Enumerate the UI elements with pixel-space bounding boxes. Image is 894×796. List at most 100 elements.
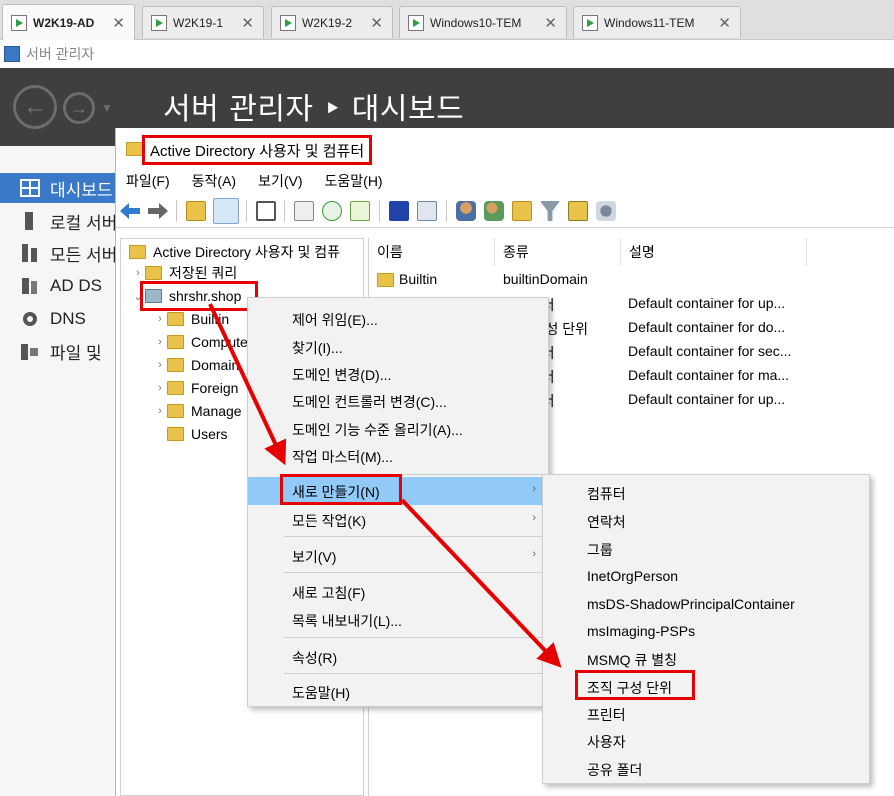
back-button[interactable]: ← — [13, 85, 57, 129]
nav-item-ad-ds[interactable]: AD DS — [0, 271, 115, 301]
vm-tab-windows10-tem[interactable]: Windows10-TEM ✕ — [399, 6, 567, 38]
menu-file[interactable]: 파일(F) — [126, 171, 170, 191]
nav-item-local-server[interactable]: 로컬 서버 — [0, 206, 115, 236]
up-folder-icon[interactable] — [186, 201, 206, 221]
menu-separator — [284, 536, 542, 537]
tree-item-managed[interactable]: › Manage — [153, 400, 241, 422]
menu-item-find[interactable]: 찾기(I)... — [248, 333, 548, 361]
find-icon[interactable] — [568, 201, 588, 221]
forward-button[interactable]: → — [63, 92, 95, 124]
filter-icon[interactable] — [540, 201, 560, 221]
expand-chevron-icon[interactable]: › — [153, 336, 167, 348]
tree-item-domain-controllers[interactable]: › Domain — [153, 354, 239, 376]
submenu-item-msmq-queue-alias[interactable]: MSMQ 큐 별칭 — [543, 645, 869, 673]
vm-tab-w2k19-ad[interactable]: W2K19-AD ✕ — [2, 4, 135, 40]
chevron-down-icon[interactable]: ▼ — [101, 101, 113, 115]
nav-item-file-services[interactable]: 파일 및 — [0, 336, 115, 366]
action-pane-icon[interactable] — [417, 201, 437, 221]
show-tree-icon[interactable] — [213, 198, 239, 224]
server-manager-titlebar: 서버 관리자 — [0, 40, 894, 68]
submenu-item-computer[interactable]: 컴퓨터 — [543, 479, 869, 507]
aduc-toolbar — [116, 194, 894, 228]
add-to-group-icon[interactable] — [596, 201, 616, 221]
column-header-type[interactable]: 종류 — [495, 238, 621, 266]
vm-tab-windows11-tem[interactable]: Windows11-TEM ✕ — [573, 6, 741, 38]
toolbar-separator — [176, 200, 177, 222]
copy-icon[interactable] — [256, 201, 276, 221]
menu-item-refresh[interactable]: 새로 고침(F) — [248, 578, 548, 606]
new-user-icon[interactable] — [456, 201, 476, 221]
vm-console-icon — [11, 14, 27, 31]
vm-tab-w2k19-2[interactable]: W2K19-2 ✕ — [271, 6, 393, 38]
close-icon[interactable]: ✕ — [544, 14, 557, 32]
submenu-item-printer[interactable]: 프린터 — [543, 700, 869, 728]
export-list-icon[interactable] — [350, 201, 370, 221]
toolbar-separator — [379, 200, 380, 222]
menu-item-help[interactable]: 도움말(H) — [248, 678, 548, 706]
aduc-folder-icon — [129, 245, 146, 259]
menu-item-change-dc[interactable]: 도메인 컨트롤러 변경(C)... — [248, 387, 548, 415]
vm-tab-label: W2K19-1 — [173, 15, 224, 30]
menu-item-raise-functional-level[interactable]: 도메인 기능 수준 올리기(A)... — [248, 415, 548, 443]
tree-item-computers[interactable]: › Computers — [153, 331, 259, 353]
nav-item-dashboard[interactable]: 대시보드 — [0, 173, 115, 203]
list-item-description: Default container for do... — [628, 319, 786, 335]
menu-item-change-domain[interactable]: 도메인 변경(D)... — [248, 360, 548, 388]
submenu-item-msimaging-psps[interactable]: msImaging-PSPs — [543, 618, 869, 646]
submenu-item-user[interactable]: 사용자 — [543, 727, 869, 755]
window-title: Active Directory 사용자 및 컴퓨터 — [142, 135, 373, 165]
dns-icon — [23, 312, 37, 326]
expand-chevron-icon[interactable]: › — [153, 359, 167, 371]
submenu-item-group[interactable]: 그룹 — [543, 535, 869, 563]
submenu-item-contact[interactable]: 연락처 — [543, 507, 869, 535]
menu-item-view[interactable]: 보기(V) › — [248, 542, 548, 570]
menu-item-export-list[interactable]: 목록 내보내기(L)... — [248, 606, 548, 634]
menu-item-label: 속성(R) — [292, 650, 338, 666]
expand-chevron-icon[interactable]: › — [131, 267, 145, 279]
expand-chevron-icon[interactable]: › — [153, 382, 167, 394]
menu-view[interactable]: 보기(V) — [258, 171, 302, 191]
close-icon[interactable]: ✕ — [370, 14, 383, 32]
aduc-folder-icon — [126, 142, 143, 156]
nav-item-all-servers[interactable]: 모든 서버 — [0, 238, 115, 268]
tree-root[interactable]: Active Directory 사용자 및 컴퓨 — [125, 241, 340, 263]
properties-icon[interactable] — [294, 201, 314, 221]
menu-item-properties[interactable]: 속성(R) — [248, 643, 548, 671]
tree-item-foreign[interactable]: › Foreign — [153, 377, 238, 399]
forward-arrow-icon[interactable] — [148, 203, 168, 219]
column-header-description[interactable]: 설명 — [621, 238, 807, 266]
nav-item-dns[interactable]: DNS — [0, 304, 115, 334]
folder-icon — [377, 273, 394, 287]
expand-chevron-icon[interactable]: › — [153, 405, 167, 417]
close-icon[interactable]: ✕ — [241, 14, 254, 32]
menu-separator — [284, 572, 542, 573]
expand-chevron-icon[interactable]: › — [153, 313, 167, 325]
vm-tab-w2k19-1[interactable]: W2K19-1 ✕ — [142, 6, 264, 38]
close-icon[interactable]: ✕ — [112, 14, 125, 32]
close-icon[interactable]: ✕ — [718, 14, 731, 32]
new-group-icon[interactable] — [484, 201, 504, 221]
menu-item-operations-masters[interactable]: 작업 마스터(M)... — [248, 442, 548, 470]
annotation-box — [140, 281, 258, 311]
nav-item-label: 로컬 서버 — [50, 213, 115, 233]
submenu-item-label: msImaging-PSPs — [587, 623, 696, 639]
submenu-item-shadow-principal-container[interactable]: msDS-ShadowPrincipalContainer — [543, 591, 869, 619]
back-arrow-icon[interactable] — [120, 203, 140, 219]
tree-item-builtin[interactable]: › Builtin — [153, 308, 229, 330]
menu-help[interactable]: 도움말(H) — [325, 171, 383, 191]
new-ou-icon[interactable] — [512, 201, 532, 221]
help-icon[interactable] — [389, 201, 409, 221]
list-item[interactable]: Builtin builtinDomain — [369, 268, 894, 292]
server-manager-title: 서버 관리자 — [26, 46, 95, 62]
menu-item-delegate-control[interactable]: 제어 위임(E)... — [248, 305, 548, 333]
menu-action[interactable]: 동작(A) — [192, 171, 236, 191]
submenu-arrow-icon: › — [532, 548, 536, 560]
folder-icon — [167, 427, 184, 441]
refresh-icon[interactable] — [322, 201, 342, 221]
menu-item-label: 새로 고침(F) — [292, 585, 366, 601]
submenu-item-shared-folder[interactable]: 공유 폴더 — [543, 755, 869, 783]
submenu-item-inetorgperson[interactable]: InetOrgPerson — [543, 563, 869, 591]
column-header-name[interactable]: 이름 — [369, 238, 495, 266]
tree-item-users[interactable]: Users — [153, 423, 228, 445]
menu-item-all-tasks[interactable]: 모든 작업(K) › — [248, 506, 548, 534]
